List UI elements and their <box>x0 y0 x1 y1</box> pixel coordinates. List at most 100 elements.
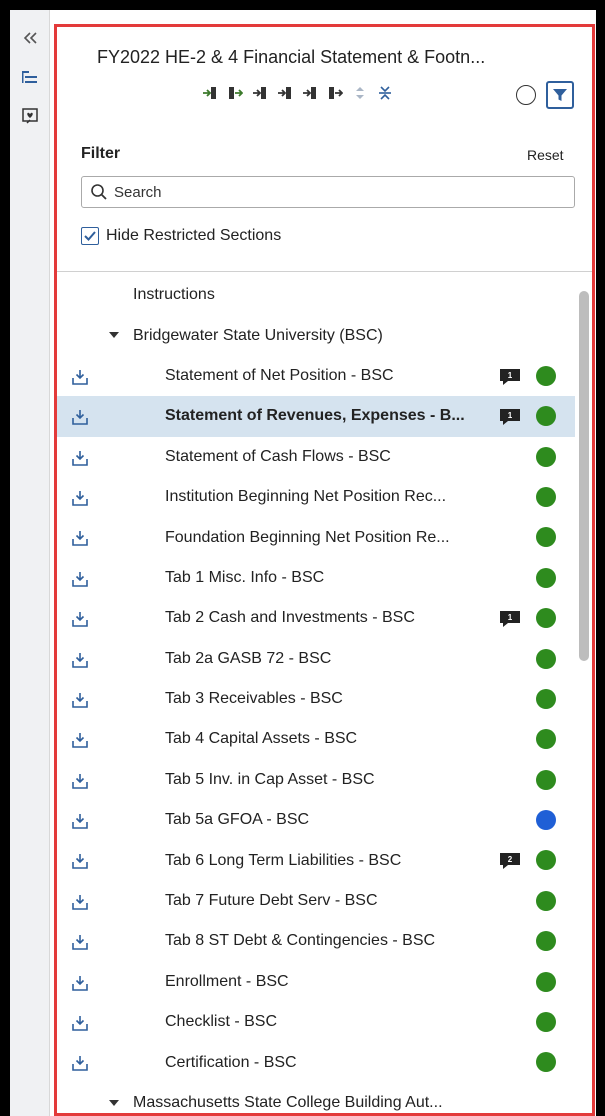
comment-count-icon[interactable]: 1 <box>499 408 521 426</box>
download-icon[interactable] <box>71 852 89 870</box>
tree-row-label: Tab 2a GASB 72 - BSC <box>165 649 332 667</box>
tree-toolbar <box>202 85 393 101</box>
panel-title: FY2022 HE-2 & 4 Financial Statement & Fo… <box>97 47 486 67</box>
comment-count-icon[interactable]: 1 <box>499 610 521 628</box>
move-in-icon[interactable] <box>252 85 268 101</box>
download-icon[interactable] <box>71 812 89 830</box>
status-green-icon <box>536 406 556 427</box>
tree-row-label: Checklist - BSC <box>165 1013 278 1031</box>
download-icon[interactable] <box>71 529 89 547</box>
caret-down-icon[interactable] <box>109 1099 119 1106</box>
tree-row-label: Enrollment - BSC <box>165 972 289 990</box>
status-green-icon <box>536 890 556 911</box>
tree-row[interactable]: Massachusetts State College Building Aut… <box>57 1083 575 1113</box>
download-icon[interactable] <box>71 449 89 467</box>
download-icon[interactable] <box>71 651 89 669</box>
tree-row-label: Foundation Beginning Net Position Re... <box>165 528 450 546</box>
tree-row[interactable]: Statement of Cash Flows - BSC <box>57 437 575 477</box>
tree-row[interactable]: Certification - BSC <box>57 1042 575 1082</box>
tree-row[interactable]: Enrollment - BSC <box>57 962 575 1002</box>
download-icon[interactable] <box>71 1054 89 1072</box>
tree-row-label: Tab 7 Future Debt Serv - BSC <box>165 892 378 910</box>
tree-row-label: Instructions <box>133 286 215 304</box>
download-icon[interactable] <box>71 570 89 588</box>
tree-row-label: Bridgewater State University (BSC) <box>133 326 383 344</box>
outdent-icon[interactable] <box>327 85 343 101</box>
tree-row[interactable]: Tab 8 ST Debt & Contingencies - BSC <box>57 921 575 961</box>
status-green-icon <box>536 1012 556 1033</box>
download-icon[interactable] <box>71 408 89 426</box>
tree-row[interactable]: Checklist - BSC <box>57 1002 575 1042</box>
outline-tree-icon[interactable] <box>10 66 50 90</box>
status-green-icon <box>536 850 556 871</box>
tree-row[interactable]: Statement of Net Position - BSC 1 <box>57 356 575 396</box>
tree-row[interactable]: Tab 7 Future Debt Serv - BSC <box>57 881 575 921</box>
tree-row-label: Tab 3 Receivables - BSC <box>165 690 343 708</box>
filter-icon[interactable] <box>546 81 574 109</box>
tree-row[interactable]: Tab 6 Long Term Liabilities - BSC 2 <box>57 840 575 880</box>
search-input[interactable] <box>114 183 554 201</box>
svg-text:1: 1 <box>508 613 513 622</box>
comment-count-icon[interactable]: 2 <box>499 852 521 870</box>
circle-toggle-icon[interactable] <box>516 85 536 105</box>
tree-row-label: Massachusetts State College Building Aut… <box>133 1094 443 1111</box>
download-icon[interactable] <box>71 933 89 951</box>
svg-text:1: 1 <box>508 411 513 420</box>
tree-row-label: Certification - BSC <box>165 1053 297 1071</box>
hide-restricted-label: Hide Restricted Sections <box>106 227 282 244</box>
svg-text:1: 1 <box>508 371 513 380</box>
move-in-alt-icon[interactable] <box>277 85 293 101</box>
download-icon[interactable] <box>71 1014 89 1032</box>
status-green-icon <box>536 729 556 750</box>
expand-one-level-icon[interactable] <box>202 85 218 101</box>
checkmark-icon <box>84 231 96 241</box>
tree-row[interactable]: Institution Beginning Net Position Rec..… <box>57 477 575 517</box>
tree-row-label: Statement of Revenues, Expenses - B... <box>165 407 465 425</box>
download-icon[interactable] <box>71 691 89 709</box>
tree-row[interactable]: Tab 1 Misc. Info - BSC <box>57 558 575 598</box>
status-green-icon <box>536 567 556 588</box>
hide-restricted-row: Hide Restricted Sections <box>81 227 281 245</box>
move-up-down-icon[interactable] <box>352 85 368 101</box>
tree-row-label: Tab 4 Capital Assets - BSC <box>165 730 358 748</box>
tree-row[interactable]: Instructions <box>57 275 575 315</box>
status-green-icon <box>536 688 556 709</box>
download-icon[interactable] <box>71 368 89 386</box>
status-green-icon <box>536 1052 556 1073</box>
download-icon[interactable] <box>71 974 89 992</box>
tree-row[interactable]: Bridgewater State University (BSC) <box>57 315 575 355</box>
scrollbar-thumb[interactable] <box>579 291 589 661</box>
download-icon[interactable] <box>71 893 89 911</box>
hide-restricted-checkbox[interactable] <box>81 227 99 245</box>
collapse-all-icon[interactable] <box>377 85 393 101</box>
search-box <box>81 176 575 208</box>
expand-all-icon[interactable] <box>227 85 243 101</box>
download-icon[interactable] <box>71 489 89 507</box>
status-green-icon <box>536 365 556 386</box>
tree-row[interactable]: Tab 5 Inv. in Cap Asset - BSC <box>57 760 575 800</box>
tree-row-label: Tab 8 ST Debt & Contingencies - BSC <box>165 932 436 950</box>
download-icon[interactable] <box>71 610 89 628</box>
tree-row[interactable]: Tab 2 Cash and Investments - BSC 1 <box>57 598 575 638</box>
tree-row-label: Tab 5 Inv. in Cap Asset - BSC <box>165 770 375 788</box>
app-window: FY2022 HE-2 & 4 Financial Statement & Fo… <box>10 10 596 1116</box>
tree-row[interactable]: Tab 3 Receivables - BSC <box>57 679 575 719</box>
collapse-panel-icon[interactable] <box>10 26 50 50</box>
tree-row[interactable]: Tab 2a GASB 72 - BSC <box>57 639 575 679</box>
caret-down-icon[interactable] <box>109 332 119 339</box>
status-green-icon <box>536 971 556 992</box>
reset-link[interactable]: Reset <box>527 147 564 163</box>
tree-row[interactable]: Tab 5a GFOA - BSC <box>57 800 575 840</box>
tree-row[interactable]: Foundation Beginning Net Position Re... <box>57 517 575 557</box>
download-icon[interactable] <box>71 731 89 749</box>
download-icon[interactable] <box>71 772 89 790</box>
navigation-panel: FY2022 HE-2 & 4 Financial Statement & Fo… <box>54 24 595 1116</box>
tree-row[interactable]: Statement of Revenues, Expenses - B... 1 <box>57 396 575 437</box>
filter-heading: Filter <box>81 145 121 162</box>
side-rail <box>10 10 50 1116</box>
comment-count-icon[interactable]: 1 <box>499 368 521 386</box>
search-icon <box>91 184 107 200</box>
indent-icon[interactable] <box>302 85 318 101</box>
comments-heart-icon[interactable] <box>10 104 50 128</box>
tree-row[interactable]: Tab 4 Capital Assets - BSC <box>57 719 575 759</box>
